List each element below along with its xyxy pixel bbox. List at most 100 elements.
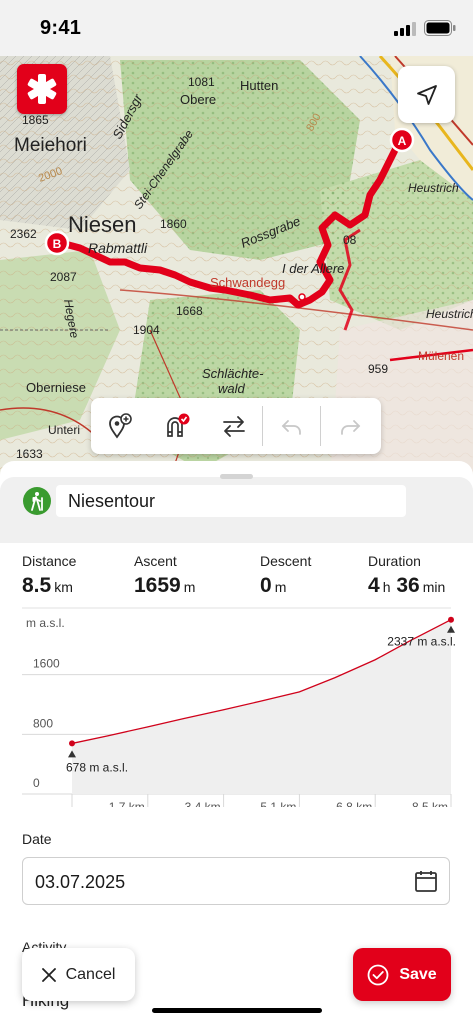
- map-label-niesen: Niesen: [68, 212, 136, 237]
- swiss-cross-icon: [27, 74, 57, 104]
- elevation-profile-chart[interactable]: m a.s.l. 0 800 1600 1.7 km 3.4 km 5.1 km 6.8 k…: [0, 607, 473, 807]
- status-time: 9:41: [40, 17, 82, 39]
- reverse-route-icon: [222, 416, 245, 437]
- map-label-schwandegg: Schwandegg: [210, 275, 285, 290]
- chart-point: [182, 717, 184, 719]
- chart-point: [106, 735, 108, 737]
- signal-icon: [394, 22, 416, 36]
- stat-ascent: Ascent 1659 m: [134, 553, 195, 598]
- navigation-arrow-icon: [416, 84, 437, 105]
- check-circle-icon: [367, 964, 389, 985]
- map-elev-1633: 1633: [16, 447, 43, 461]
- map-label-heustrich-2: Heustrich: [426, 307, 473, 321]
- route-end-marker[interactable]: B: [44, 230, 70, 256]
- stat-unit-hours: h: [382, 579, 391, 595]
- hiker-icon: [31, 492, 43, 511]
- snap-to-trail-button[interactable]: [148, 398, 205, 454]
- save-button-label: Save: [399, 965, 437, 983]
- stat-label: Duration: [368, 553, 421, 569]
- calendar-icon[interactable]: [414, 869, 438, 893]
- chart-point: [334, 676, 336, 678]
- cancel-button-label: Cancel: [65, 965, 116, 983]
- chart-point: [147, 726, 149, 728]
- stat-value: 1659: [134, 574, 181, 597]
- chart-y-tick-label: 0: [33, 776, 40, 790]
- redo-icon: [340, 420, 360, 435]
- waypoint-dot: [298, 293, 306, 301]
- undo-button[interactable]: [263, 398, 320, 454]
- date-field[interactable]: 03.07.2025: [22, 857, 450, 905]
- map-elev-2362: 2362: [10, 227, 37, 241]
- stat-unit: m: [183, 579, 196, 595]
- chart-point: [298, 691, 300, 693]
- close-icon: [41, 967, 56, 982]
- map-elev-1860: 1860: [160, 217, 187, 231]
- status-bar: 9:41: [0, 0, 473, 56]
- map-label-ideralere: I der Allere: [282, 261, 344, 276]
- route-title-input[interactable]: [56, 485, 406, 517]
- stat-value-minutes: 36: [396, 574, 420, 597]
- chart-x-tick-label: 8.5 km: [412, 800, 448, 807]
- map-label-rabmattli: Rabmattli: [88, 240, 148, 256]
- stat-unit: m: [274, 579, 287, 595]
- map-elev-08: 08: [343, 233, 357, 247]
- map-label-schlachtewald-2: wald: [218, 381, 246, 396]
- chart-start-label: 678 m a.s.l.: [66, 760, 128, 774]
- chart-x-tick-label: 3.4 km: [185, 800, 221, 807]
- chart-point: [258, 700, 260, 702]
- cancel-button[interactable]: Cancel: [22, 948, 135, 1001]
- date-label: Date: [22, 831, 52, 847]
- stat-unit-minutes: min: [422, 579, 446, 595]
- locate-me-button[interactable]: [398, 66, 455, 123]
- stat-unit: km: [54, 579, 73, 595]
- undo-icon: [281, 420, 301, 435]
- map-elev-1865: 1865: [22, 113, 49, 127]
- app-logo[interactable]: [17, 64, 67, 114]
- add-waypoint-icon: [108, 413, 132, 439]
- battery-icon: [424, 20, 456, 36]
- stat-label: Distance: [22, 553, 77, 569]
- chart-y-tick-label: 1600: [33, 657, 60, 671]
- route-stats: Distance 8.5 km Ascent 1659 m Descent 0m D…: [0, 553, 473, 605]
- map-label-oberniese: Oberniese: [26, 380, 86, 395]
- chart-y-axis-label: m a.s.l.: [26, 616, 65, 630]
- route-details-sheet: Distance 8.5km Ascent 1659m Descent 0m D…: [0, 461, 473, 1024]
- route-start-marker[interactable]: A: [389, 127, 415, 153]
- stat-label: Descent: [260, 553, 312, 569]
- chart-point: [374, 659, 376, 661]
- stat-value: 0: [260, 574, 272, 597]
- activity-badge: [23, 487, 51, 515]
- svg-text:A: A: [398, 134, 407, 148]
- stat-duration: Duration 4h 36 min: [368, 553, 445, 598]
- add-waypoint-button[interactable]: [91, 398, 148, 454]
- save-button[interactable]: Save: [353, 948, 451, 1001]
- stat-label: Ascent: [134, 553, 177, 569]
- map-elev-1904: 1904: [133, 323, 160, 337]
- home-indicator: [152, 1008, 322, 1013]
- map-label-schlachtewald-1: Schlächte-: [202, 366, 264, 381]
- chart-start-point: [69, 740, 75, 747]
- snap-to-trail-icon: [166, 413, 189, 437]
- sheet-drag-handle[interactable]: [220, 474, 253, 479]
- map-label-hutten: Hutten: [240, 78, 278, 93]
- chart-x-tick-label: 6.8 km: [336, 800, 372, 807]
- map-elev-1081: 1081: [188, 75, 215, 89]
- map-elev-1668: 1668: [176, 304, 203, 318]
- date-value: 03.07.2025: [35, 872, 126, 892]
- map-view[interactable]: Meiehori Niesen Rabmattli Schwandegg Obe…: [0, 0, 473, 478]
- chart-y-tick-label: 800: [33, 716, 53, 730]
- chart-point: [222, 709, 224, 711]
- map-elev-2087: 2087: [50, 270, 77, 284]
- stat-distance: Distance 8.5 km: [22, 553, 76, 598]
- map-label-heustrich-1: Heustrich: [408, 181, 459, 195]
- stat-value: 8.5: [22, 574, 52, 597]
- chart-x-tick-label: 5.1 km: [260, 800, 296, 807]
- chart-x-tick-label: 1.7 km: [109, 800, 145, 807]
- map-label-obere: Obere: [180, 92, 216, 107]
- route-edit-toolbar: [91, 398, 381, 454]
- reverse-route-button[interactable]: [205, 398, 262, 454]
- redo-button[interactable]: [321, 398, 378, 454]
- svg-text:B: B: [53, 237, 62, 251]
- chart-end-point: [448, 616, 454, 623]
- stat-descent: Descent 0m: [260, 553, 311, 598]
